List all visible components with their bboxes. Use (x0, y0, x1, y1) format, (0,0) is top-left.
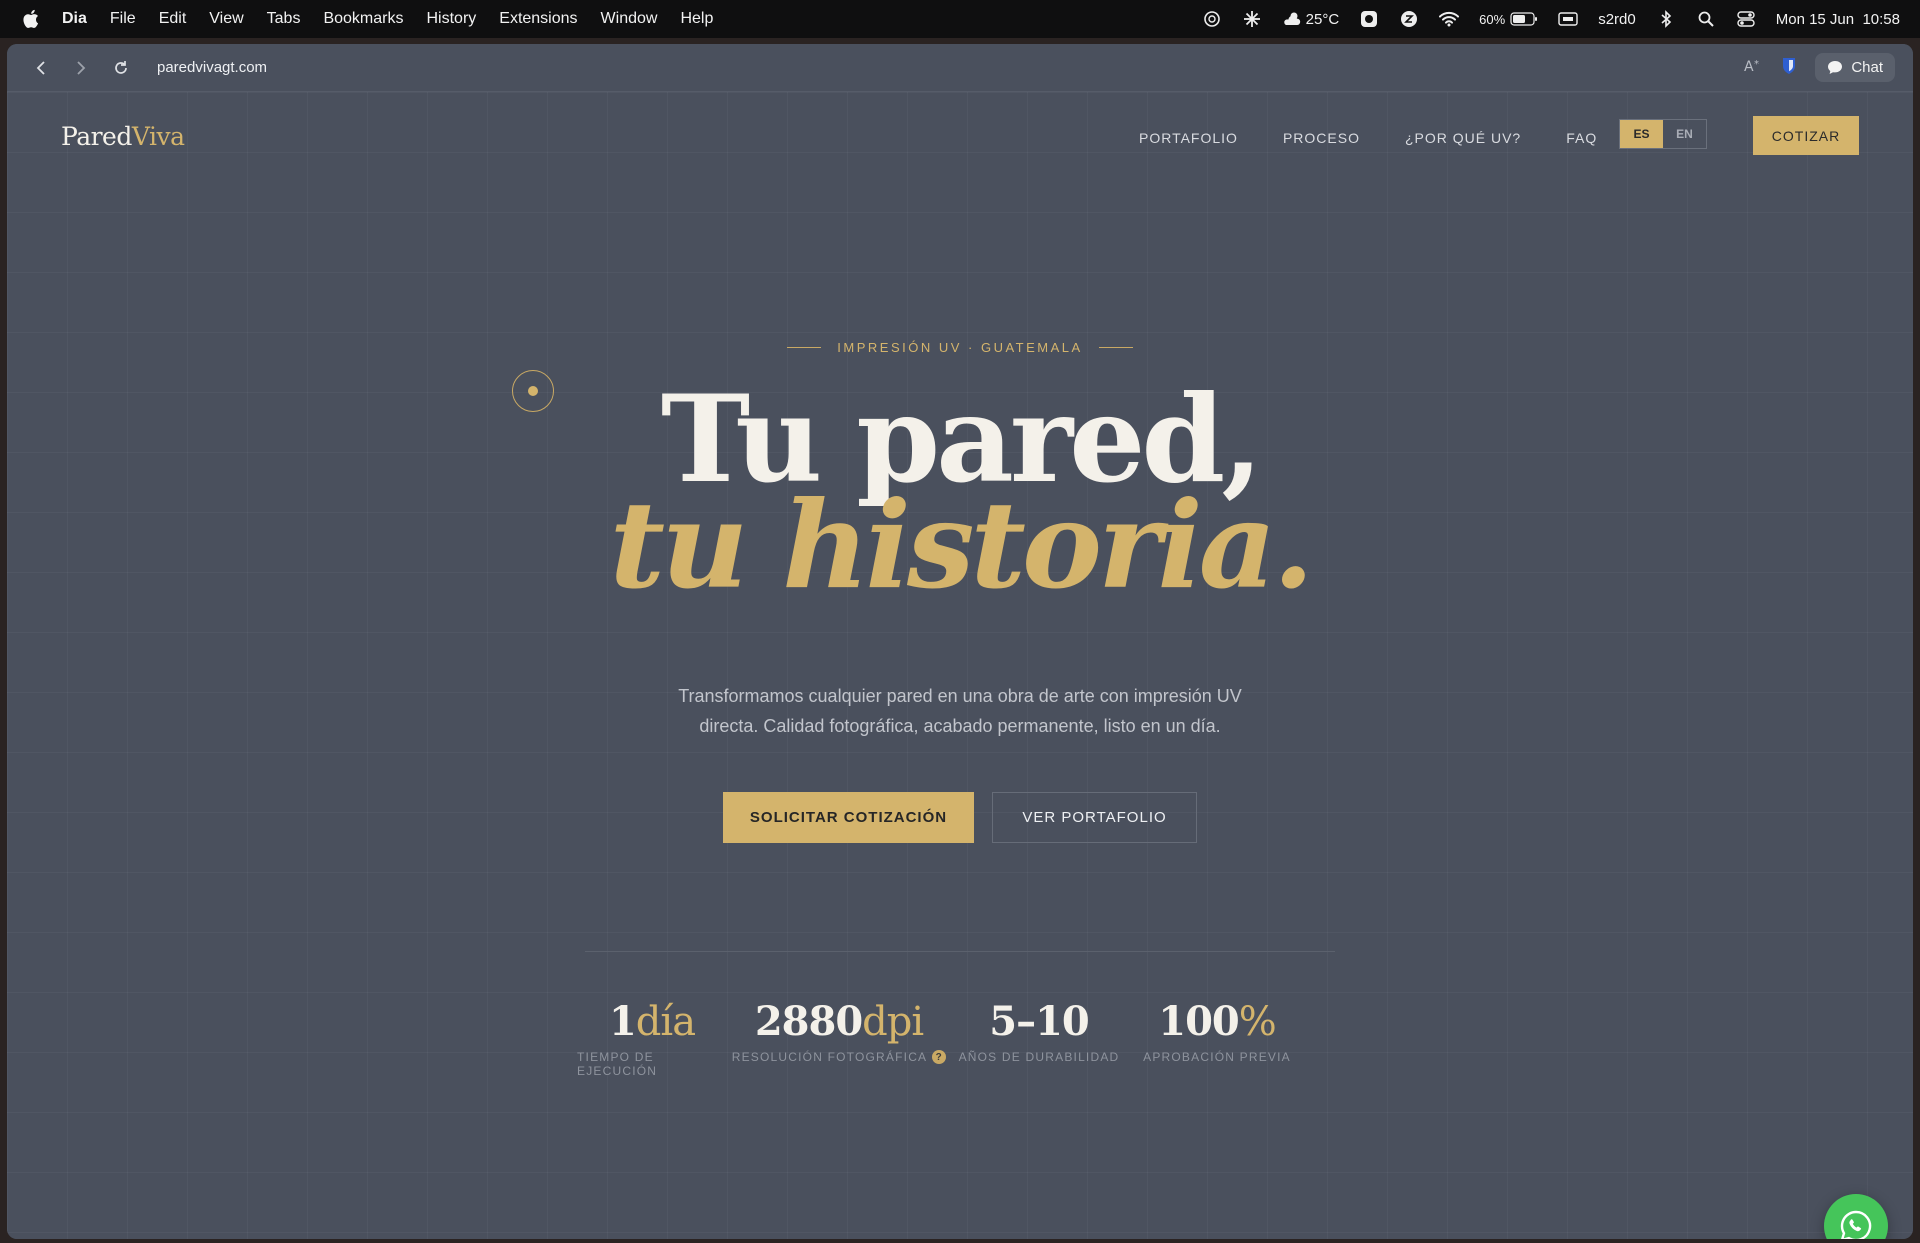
chat-button[interactable]: Chat (1815, 53, 1895, 82)
solicitar-cotizacion-button[interactable]: SOLICITAR COTIZACIÓN (723, 792, 974, 843)
reload-button[interactable] (105, 52, 137, 84)
control-center-icon[interactable] (1736, 9, 1756, 29)
reload-icon (115, 60, 127, 74)
browser-window: paredvivagt.com A * Chat ParedViva PORTAF… (7, 44, 1913, 1239)
logo-text-part1: Pared (61, 122, 132, 151)
eyebrow-text: IMPRESIÓN UV · GUATEMALA (837, 340, 1083, 355)
menu-tabs[interactable]: Tabs (267, 10, 301, 28)
chat-label: Chat (1851, 59, 1883, 76)
lang-en-button[interactable]: EN (1663, 120, 1706, 148)
menu-edit[interactable]: Edit (159, 10, 187, 28)
whatsapp-button[interactable] (1824, 1194, 1888, 1239)
battery-status[interactable]: 60% (1479, 12, 1538, 27)
battery-percent: 60% (1479, 11, 1506, 27)
stat-label: APROBACIÓN PREVIA (1143, 1050, 1291, 1064)
site-logo[interactable]: ParedViva (61, 122, 185, 151)
screen-time-icon[interactable] (1399, 9, 1419, 29)
nav-link-faq[interactable]: FAQ (1566, 130, 1597, 146)
cotizar-button[interactable]: COTIZAR (1753, 116, 1859, 155)
ver-portafolio-button[interactable]: VER PORTAFOLIO (992, 792, 1197, 843)
menu-history[interactable]: History (426, 10, 476, 28)
menu-window[interactable]: Window (601, 10, 658, 28)
menu-app-name[interactable]: Dia (62, 10, 87, 28)
forward-button[interactable] (65, 52, 97, 84)
stat-number: 100% (1158, 998, 1277, 1045)
stat-item: 100% APROBACIÓN PREVIA (1127, 1002, 1307, 1078)
help-icon[interactable]: ? (932, 1050, 947, 1064)
stat-label: AÑOS DE DURABILIDAD (958, 1050, 1120, 1064)
language-switcher: ES EN (1619, 119, 1707, 149)
keyboard-icon[interactable] (1558, 9, 1578, 29)
stats-divider (585, 951, 1335, 952)
menu-bar: Dia File Edit View Tabs Bookmarks Histor… (0, 0, 1920, 38)
nav-link-proceso[interactable]: PROCESO (1283, 130, 1360, 146)
menu-help[interactable]: Help (680, 10, 713, 28)
weather-temp: 25°C (1305, 10, 1340, 28)
nav-link-portafolio[interactable]: PORTAFOLIO (1139, 130, 1238, 146)
bitwarden-shield-icon[interactable] (1781, 57, 1797, 79)
focus-icon[interactable] (1359, 9, 1379, 29)
bluetooth-icon[interactable] (1656, 9, 1676, 29)
stat-label: RESOLUCIÓN FOTOGRÁFICA? (732, 1050, 947, 1064)
openai-icon[interactable] (1202, 9, 1222, 29)
wifi-icon[interactable] (1439, 9, 1460, 29)
webpage: ParedViva PORTAFOLIO PROCESO ¿POR QUÉ UV… (7, 92, 1913, 1239)
user-name[interactable]: s2rd0 (1598, 11, 1636, 28)
nav-link-por-que-uv[interactable]: ¿POR QUÉ UV? (1405, 130, 1521, 146)
menu-view[interactable]: View (209, 10, 243, 28)
clock[interactable]: Mon 15 Jun 10:58 (1776, 11, 1900, 28)
menu-bookmarks[interactable]: Bookmarks (323, 10, 403, 28)
chevron-right-icon (77, 60, 86, 75)
stat-item: 1día TIEMPO DE EJECUCIÓN (577, 998, 727, 1079)
svg-text:*: * (1754, 59, 1759, 70)
back-button[interactable] (25, 52, 57, 84)
stats-row: 1día TIEMPO DE EJECUCIÓN 2880dpi RESOLUC… (577, 998, 1307, 1079)
stat-number: 5–10 (989, 998, 1089, 1045)
logo-text-part2: Viva (131, 122, 185, 151)
stat-number: 2880dpi (754, 998, 924, 1045)
battery-icon (1510, 12, 1538, 26)
hero-title: Tu pared, tu historia. (7, 380, 1913, 606)
site-navbar: ParedViva PORTAFOLIO PROCESO ¿POR QUÉ UV… (7, 92, 1913, 182)
spotlight-search-icon[interactable] (1696, 9, 1716, 29)
translate-icon[interactable]: A * (1743, 57, 1763, 79)
whatsapp-icon (1840, 1210, 1872, 1239)
weather-status[interactable]: 25°C (1282, 10, 1340, 28)
apple-icon[interactable] (20, 9, 40, 29)
hero-title-line2: tu historia. (609, 475, 1315, 616)
stat-item: 5–10 AÑOS DE DURABILIDAD (951, 1002, 1127, 1078)
browser-toolbar: paredvivagt.com A * Chat (7, 44, 1913, 92)
menu-file[interactable]: File (110, 10, 136, 28)
chat-bubble-icon (1828, 61, 1843, 74)
stat-number: 1día (608, 998, 696, 1045)
eyebrow-line-left (787, 347, 822, 348)
eyebrow-line-right (1098, 347, 1133, 348)
sparkle-icon[interactable] (1242, 9, 1262, 29)
weather-icon (1283, 12, 1300, 25)
address-bar[interactable]: paredvivagt.com (157, 59, 267, 76)
chevron-left-icon (36, 60, 45, 75)
main-nav: PORTAFOLIO PROCESO ¿POR QUÉ UV? FAQ (1139, 130, 1597, 146)
hero-eyebrow: IMPRESIÓN UV · GUATEMALA (7, 340, 1913, 355)
stat-label: TIEMPO DE EJECUCIÓN (577, 1050, 658, 1078)
menu-extensions[interactable]: Extensions (499, 10, 577, 28)
lang-es-button[interactable]: ES (1620, 120, 1663, 148)
svg-text:A: A (1744, 59, 1754, 75)
stat-item: 2880dpi RESOLUCIÓN FOTOGRÁFICA? (727, 1002, 951, 1078)
hero-subtitle: Transformamos cualquier pared en una obr… (678, 686, 1242, 736)
